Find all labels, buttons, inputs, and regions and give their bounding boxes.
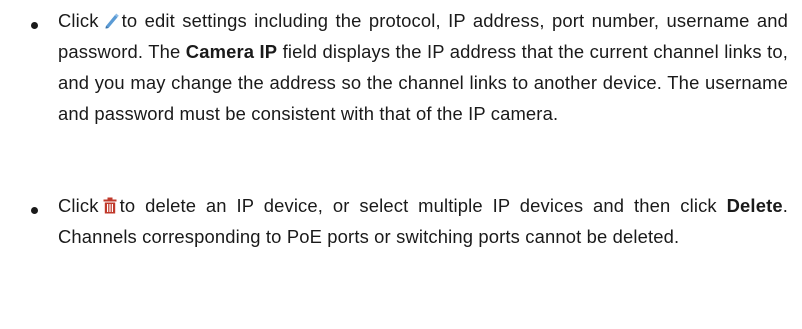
bullet-text-segment: to delete an IP device, or select multip… bbox=[119, 195, 717, 216]
pencil-edit-icon bbox=[103, 11, 119, 29]
document-body: Click to edit settings including the pro… bbox=[0, 0, 802, 329]
bullet-text-delete: Click to delete an IP device, or select … bbox=[58, 190, 788, 252]
bold-term-camera-ip: Camera IP bbox=[185, 41, 278, 62]
bold-term-delete: Delete bbox=[726, 195, 783, 216]
bullet-dot bbox=[31, 207, 38, 214]
bullet-text-edit: Click to edit settings including the pro… bbox=[58, 5, 788, 129]
bullet-text-segment: Click bbox=[58, 10, 99, 31]
trash-delete-icon bbox=[103, 197, 117, 214]
bullet-text-segment: Click bbox=[58, 195, 99, 216]
bullet-dot bbox=[31, 22, 38, 29]
